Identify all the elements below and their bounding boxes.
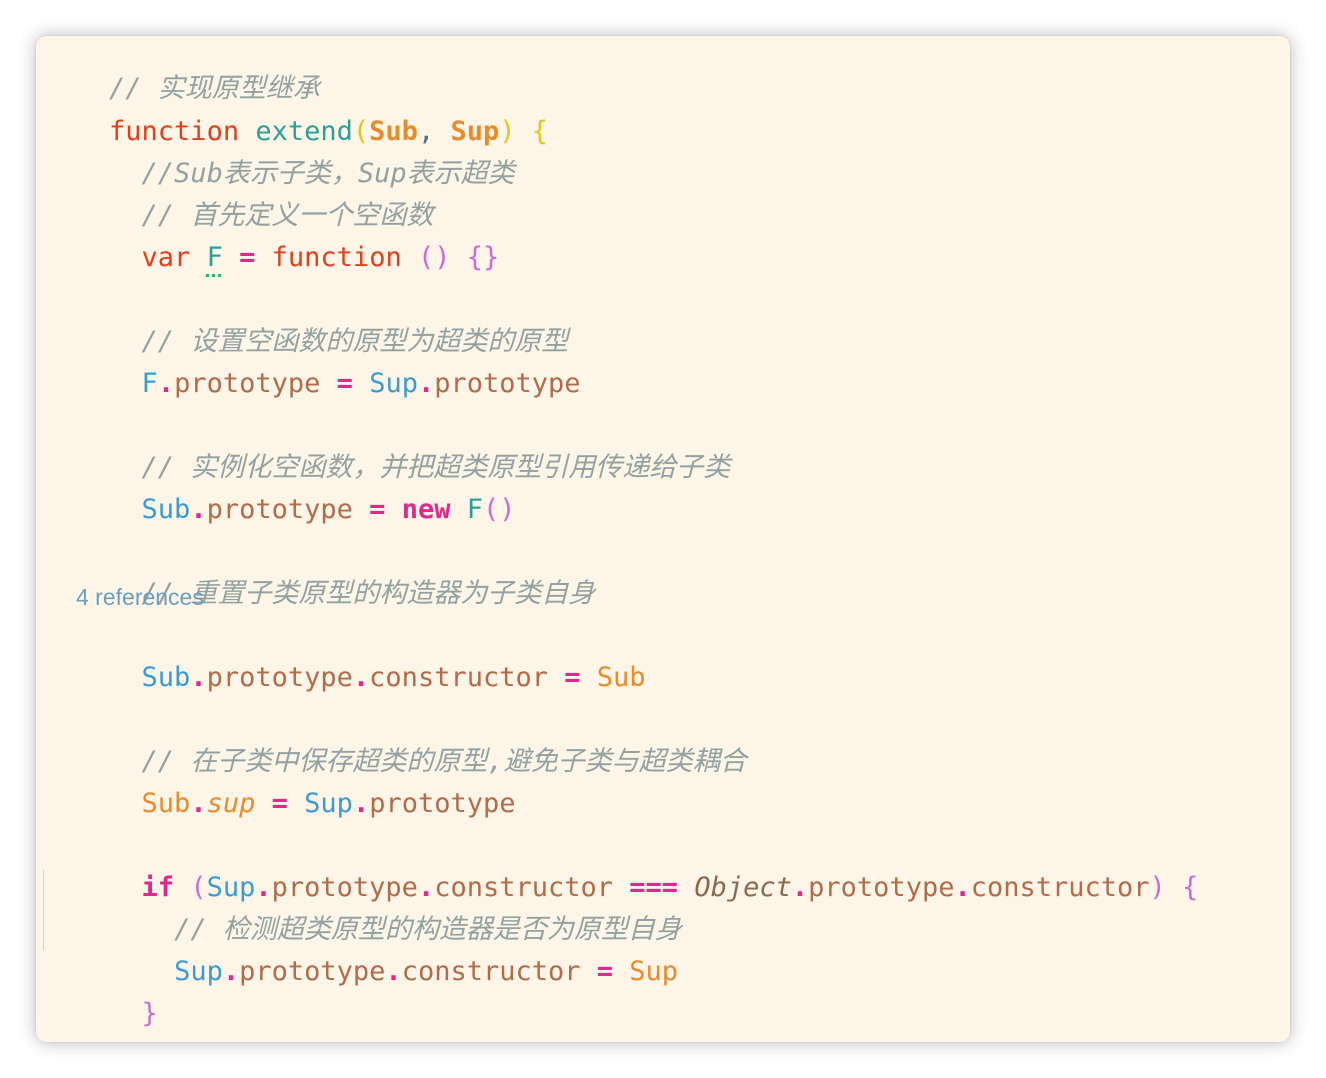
code-line-22: } [141, 998, 158, 1029]
identifier-f[interactable]: F [142, 368, 158, 399]
code-line-2: function extend(Sub, Sup) { [109, 116, 549, 147]
code-line-16: // 在子类中保存超类的原型,避免子类与超类耦合 [44, 699, 747, 777]
identifier-sub[interactable]: Sub [142, 662, 191, 693]
code-editor[interactable]: // 实现原型继承 function extend(Sub, Sup) { //… [36, 36, 1290, 1042]
code-line-5: var F = function () {} [141, 242, 500, 273]
code-line-14: Sub.prototype.constructor = Sub [141, 662, 646, 693]
comment: // 重置子类原型的构造器为子类自身 [141, 578, 596, 609]
code-line-1: // 实现原型继承 [44, 36, 320, 104]
identifier-sup[interactable]: Sup [304, 788, 353, 819]
identifier-sup[interactable]: Sup [629, 956, 678, 987]
code-line-3: //Sub表示子类，Sup表示超类 [44, 111, 515, 189]
keyword-new: new [401, 494, 451, 525]
code-line-10: // 实例化空函数，并把超类原型引用传递给子类 [44, 405, 731, 483]
code-line-19: if (Sup.prototype.constructor === Object… [141, 872, 1199, 903]
identifier-sub[interactable]: Sub [142, 494, 191, 525]
property-sup: sup [206, 788, 256, 819]
code-line-17: Sub.sup = Sup.prototype [141, 788, 516, 819]
code-line-21: Sup.prototype.constructor = Sup [174, 956, 679, 987]
variable-f[interactable]: F [207, 242, 223, 273]
keyword-var: var [141, 242, 191, 273]
keyword-function: function [271, 242, 402, 273]
global-object[interactable]: Object [694, 872, 792, 903]
identifier-sup[interactable]: Sup [174, 956, 223, 987]
identifier-sub[interactable]: Sub [597, 662, 646, 693]
code-line-20: // 检测超类原型的构造器是否为原型自身 [44, 867, 682, 945]
identifier-f[interactable]: F [467, 494, 483, 525]
identifier-sup[interactable]: Sup [369, 368, 418, 399]
codelens-references[interactable]: 4 references [76, 580, 204, 614]
identifier-sub[interactable]: Sub [142, 788, 191, 819]
code-line-23: } [44, 993, 125, 1042]
code-line-4: // 首先定义一个空函数 [44, 153, 434, 231]
code-line-8: F.prototype = Sup.prototype [141, 368, 581, 399]
code-line-11: Sub.prototype = new F() [141, 494, 516, 525]
code-line-7: // 设置空函数的原型为超类的原型 [44, 279, 569, 357]
code-line-13: // 重置子类原型的构造器为子类自身 [44, 531, 596, 609]
